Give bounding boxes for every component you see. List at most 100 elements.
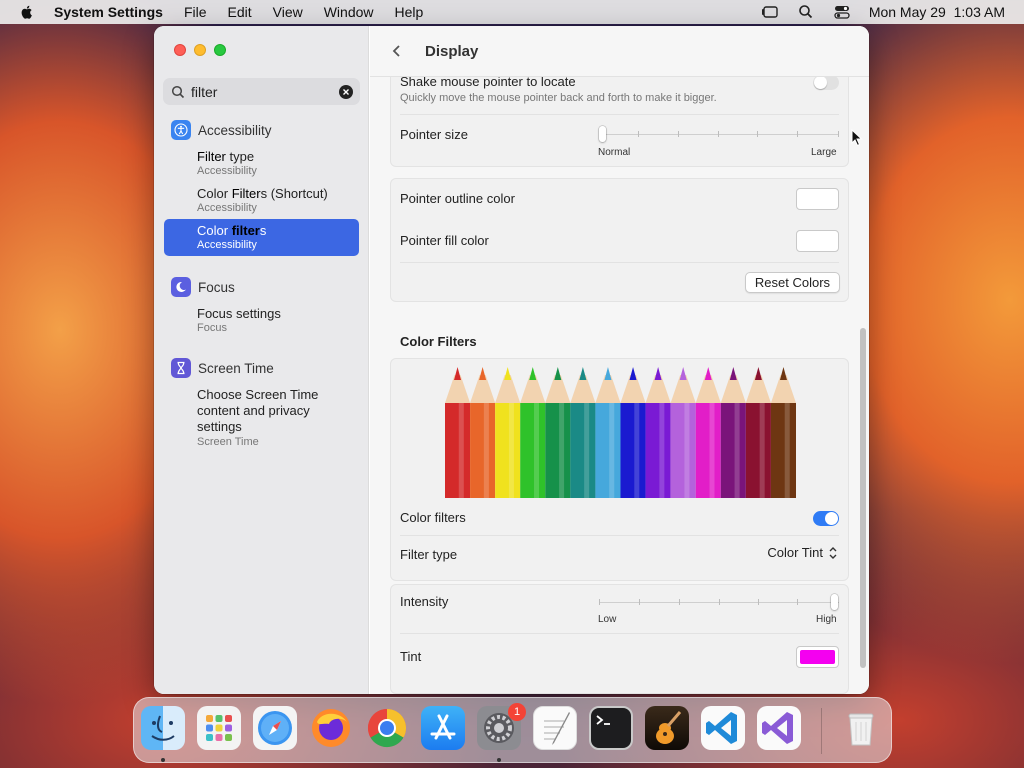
sidebar-section-focus: Focus Focus settings Focus: [164, 276, 359, 339]
divider: [400, 535, 839, 536]
control-center-icon[interactable]: [833, 4, 851, 20]
reset-colors-button[interactable]: Reset Colors: [745, 272, 840, 293]
intensity-knob[interactable]: [831, 594, 838, 610]
filter-type-value: Color Tint: [767, 545, 823, 560]
search-result-color-filters-shortcut[interactable]: Color Filters (Shortcut) Accessibility: [164, 182, 359, 219]
tint-color-well[interactable]: [796, 646, 839, 668]
divider: [400, 633, 839, 634]
pencil: [745, 367, 771, 498]
search-result-filter-type[interactable]: Filter type Accessibility: [164, 145, 359, 182]
pointer-outline-color-well[interactable]: [796, 188, 839, 210]
intensity-max-label: High: [816, 614, 837, 625]
dock-separator: [821, 708, 822, 754]
pencil: [545, 367, 571, 498]
back-chevron-icon[interactable]: [390, 44, 404, 58]
sidebar-item-focus[interactable]: Focus: [164, 276, 359, 298]
garageband-icon[interactable]: [645, 706, 689, 750]
textedit-icon[interactable]: [533, 706, 577, 750]
minimize-window-button[interactable]: [194, 44, 206, 56]
color-swatch: [800, 234, 835, 248]
result-title: Color Filters (Shortcut): [197, 186, 328, 201]
visual-studio-icon[interactable]: [757, 706, 801, 750]
pencil: [695, 367, 721, 498]
stage-manager-icon[interactable]: [761, 4, 779, 20]
spotlight-search-icon[interactable]: [797, 4, 815, 20]
pointer-fill-label: Pointer fill color: [400, 233, 489, 248]
pencil: [620, 367, 646, 498]
zoom-window-button[interactable]: [214, 44, 226, 56]
firefox-icon[interactable]: [309, 706, 353, 750]
tint-label: Tint: [400, 649, 422, 664]
menu-view[interactable]: View: [273, 4, 303, 20]
result-title: Filter type: [197, 149, 255, 164]
pointer-size-max-label: Large: [811, 147, 837, 158]
menu-file[interactable]: File: [184, 4, 207, 20]
sidebar-item-screen-time[interactable]: Screen Time: [164, 357, 359, 379]
pointer-fill-color-well[interactable]: [796, 230, 839, 252]
color-pencils-preview: [445, 367, 796, 498]
chrome-icon[interactable]: [365, 706, 409, 750]
search-field[interactable]: filter: [163, 78, 360, 105]
close-window-button[interactable]: [174, 44, 186, 56]
divider: [400, 262, 839, 263]
menu-window[interactable]: Window: [324, 4, 374, 20]
updown-chevron-icon: [829, 546, 837, 559]
scrollbar[interactable]: [860, 328, 866, 668]
pointer-color-panel: Pointer outline color Pointer fill color…: [390, 178, 849, 302]
sidebar-section-accessibility: Accessibility Filter type Accessibility …: [164, 119, 359, 256]
search-result-color-filters[interactable]: Color filters Accessibility: [164, 219, 359, 256]
pencil: [495, 367, 521, 498]
moon-icon: [171, 277, 191, 297]
search-result-focus-settings[interactable]: Focus settings Focus: [164, 302, 359, 339]
safari-icon[interactable]: [253, 706, 297, 750]
color-filters-heading: Color Filters: [400, 334, 477, 349]
result-subtitle: Accessibility: [197, 239, 257, 251]
menu-help[interactable]: Help: [395, 4, 424, 20]
dock: 1: [133, 697, 892, 763]
result-title: Choose Screen Time content and privacy s…: [197, 387, 319, 434]
clear-search-icon[interactable]: [339, 84, 353, 99]
vscode-icon[interactable]: [701, 706, 745, 750]
pencil: [470, 367, 496, 498]
pointer-size-knob[interactable]: [599, 126, 606, 142]
sidebar-item-accessibility[interactable]: Accessibility: [164, 119, 359, 141]
filter-type-popup[interactable]: Color Tint: [767, 545, 838, 560]
pencil: [570, 367, 596, 498]
tint-swatch: [800, 650, 835, 664]
detail-titlebar: Display: [370, 26, 869, 77]
pencil: [770, 367, 796, 498]
pencil: [720, 367, 746, 498]
sidebar-section-label: Accessibility: [198, 122, 272, 138]
running-indicator: [161, 758, 165, 762]
sidebar-section-label: Focus: [198, 279, 235, 295]
notification-badge: 1: [508, 703, 526, 721]
result-title: Focus settings: [197, 306, 281, 321]
terminal-icon[interactable]: [589, 706, 633, 750]
search-result-screen-time-content[interactable]: Choose Screen Time content and privacy s…: [164, 383, 359, 453]
app-store-icon[interactable]: [421, 706, 465, 750]
pencil: [595, 367, 621, 498]
settings-window: filter Accessibility Filter type Accessi…: [154, 26, 869, 694]
color-filters-panel: Color filters Filter type Color Tint: [390, 358, 849, 581]
result-title: Color filters: [197, 223, 267, 238]
hourglass-icon: [171, 358, 191, 378]
result-subtitle: Screen Time: [197, 436, 259, 448]
launchpad-icon[interactable]: [197, 706, 241, 750]
filter-type-label: Filter type: [400, 547, 458, 562]
menu-app-name[interactable]: System Settings: [54, 4, 163, 20]
intensity-min-label: Low: [598, 614, 617, 625]
trash-icon[interactable]: [839, 706, 883, 750]
pencil: [445, 367, 471, 498]
color-filters-toggle[interactable]: [813, 511, 839, 526]
finder-icon[interactable]: [141, 706, 185, 750]
menu-clock[interactable]: Mon May 29 1:03 AM: [869, 4, 1005, 20]
running-indicator: [497, 758, 501, 762]
apple-menu-icon[interactable]: [19, 4, 35, 20]
sidebar-section-screen-time: Screen Time Choose Screen Time content a…: [164, 357, 359, 453]
pointer-outline-label: Pointer outline color: [400, 191, 515, 206]
shake-pointer-toggle[interactable]: [813, 75, 839, 90]
pencil: [670, 367, 696, 498]
menu-edit[interactable]: Edit: [228, 4, 252, 20]
search-input[interactable]: filter: [191, 84, 339, 100]
mouse-cursor-icon: [851, 129, 863, 147]
